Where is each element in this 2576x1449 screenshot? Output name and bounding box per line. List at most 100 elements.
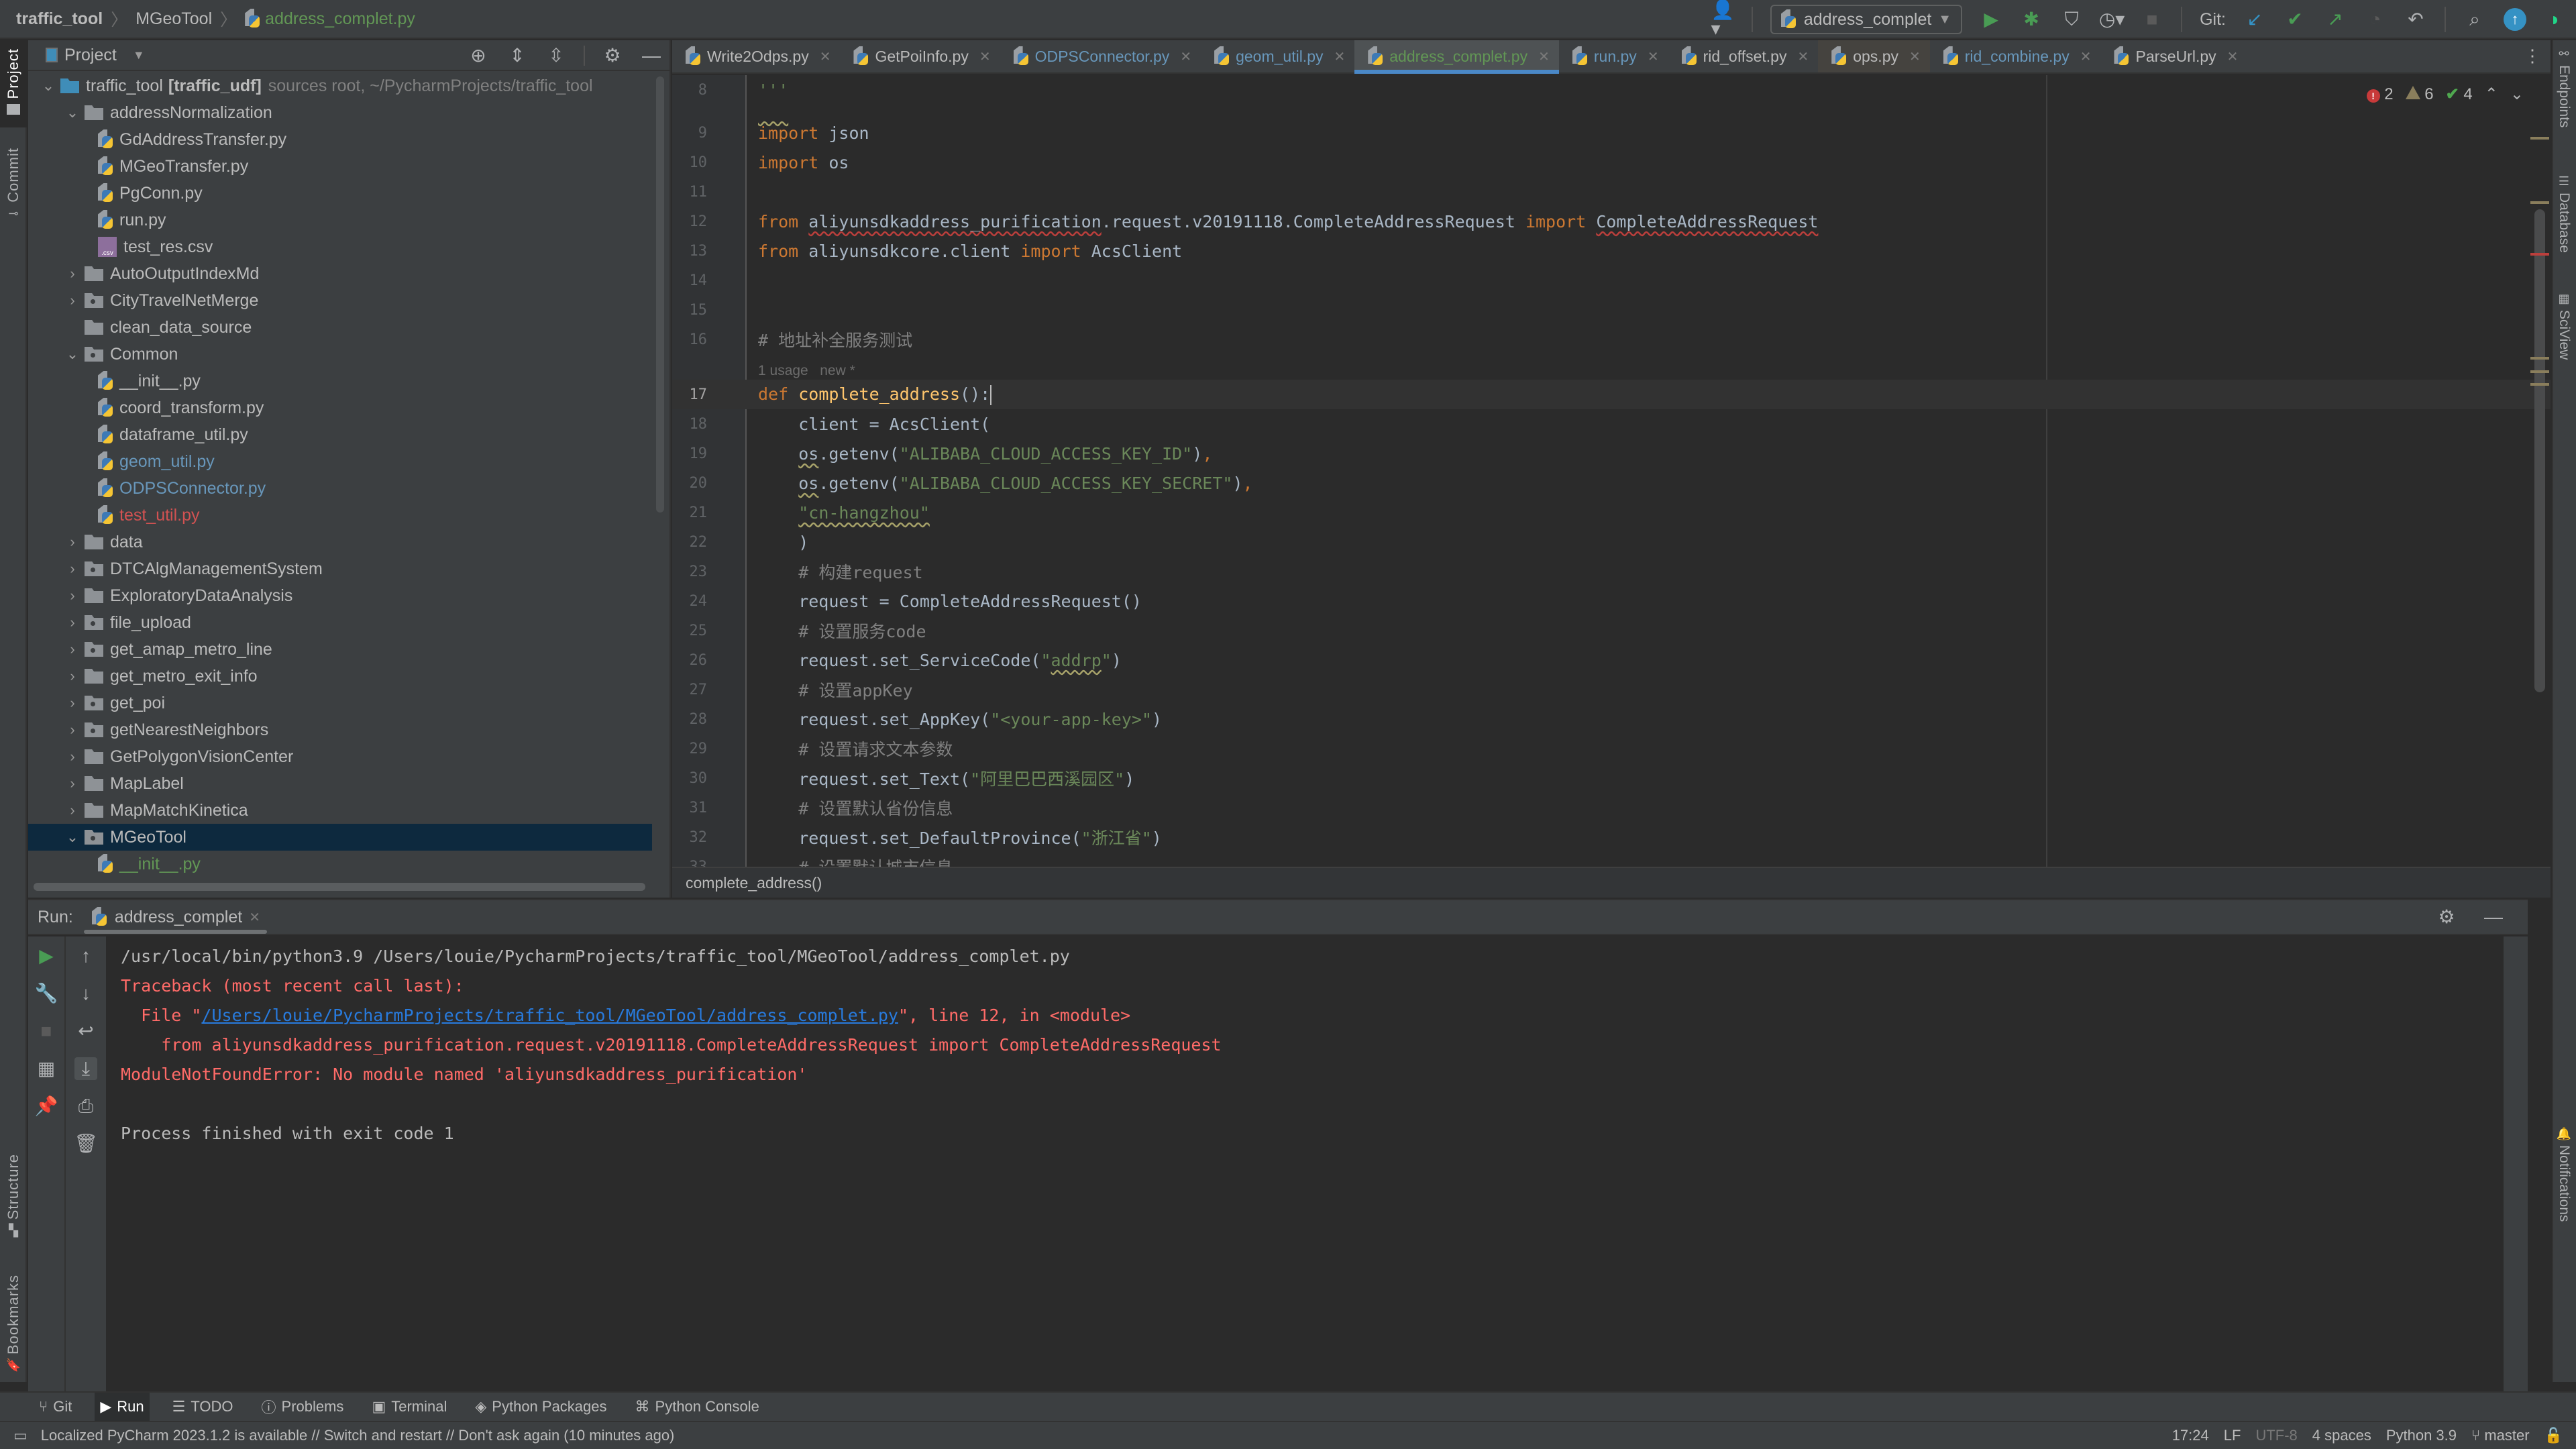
run-icon[interactable]: ▶	[1980, 8, 2002, 31]
code-editor[interactable]: 8 ''' 9 import json 10 import os 11 12 from ali…	[672, 75, 2551, 867]
tree-item[interactable]: MGeoTransfer.py	[28, 153, 652, 180]
profile-icon[interactable]: ◷▾	[2099, 8, 2125, 31]
editor-tab[interactable]: run.py ✕	[1559, 40, 1668, 72]
tree-item[interactable]: __init__.py	[28, 368, 652, 394]
status-message[interactable]: Localized PyCharm 2023.1.2 is available …	[41, 1427, 675, 1444]
editor-tab[interactable]: rid_offset.py ✕	[1668, 40, 1819, 72]
minimize-icon[interactable]: —	[640, 44, 663, 67]
warning-marker[interactable]	[2530, 357, 2549, 360]
tool-window-todo[interactable]: ☰ TODO	[167, 1393, 239, 1421]
pin-icon[interactable]: 📌	[35, 1095, 58, 1118]
print-icon[interactable]: ⎙	[74, 1095, 97, 1118]
editor-tab[interactable]: address_complet.py ✕	[1354, 40, 1559, 74]
vertical-scrollbar[interactable]	[656, 76, 664, 513]
file-encoding[interactable]: UTF-8	[2255, 1427, 2297, 1444]
interpreter[interactable]: Python 3.9	[2386, 1427, 2457, 1444]
tool-window-git[interactable]: ⑂ Git	[34, 1393, 77, 1421]
stop-icon[interactable]: ■	[35, 1020, 58, 1042]
code-line[interactable]: 15	[672, 295, 2551, 325]
soft-wrap-icon[interactable]: ↩	[74, 1020, 97, 1042]
layout-icon[interactable]: ▦	[35, 1057, 58, 1080]
code-line[interactable]: 18 client = AcsClient(	[672, 409, 2551, 439]
git-update-icon[interactable]: ↙	[2243, 8, 2266, 31]
warning-count[interactable]: 6	[2405, 85, 2434, 104]
gear-icon[interactable]: ⚙	[2435, 906, 2458, 928]
tree-item[interactable]: › get_poi	[28, 690, 652, 716]
more-tabs-icon[interactable]: ⋮	[2524, 46, 2541, 66]
chevron-right-icon[interactable]: ›	[60, 587, 85, 604]
breadcrumb-file[interactable]: address_complet.py	[245, 9, 415, 29]
next-highlight-icon[interactable]: ⌄	[2510, 85, 2524, 104]
search-icon[interactable]: ⌕	[2463, 8, 2486, 31]
run-tab[interactable]: address_complet ✕	[83, 900, 268, 934]
code-line[interactable]: 33 # 设置默认城市信息	[672, 852, 2551, 867]
editor-scrollbar[interactable]	[2534, 209, 2545, 692]
tree-item[interactable]: › get_metro_exit_info	[28, 663, 652, 690]
tree-item[interactable]: › get_amap_metro_line	[28, 636, 652, 663]
tree-item[interactable]: .csv test_res.csv	[28, 233, 652, 260]
tool-tab-structure[interactable]: Structure ▚	[0, 1154, 27, 1261]
line-separator[interactable]: LF	[2224, 1427, 2241, 1444]
close-tab-icon[interactable]: ✕	[1180, 48, 1191, 65]
tree-item[interactable]: › GetPolygonVisionCenter	[28, 743, 652, 770]
code-line[interactable]: 19 os.getenv("ALIBABA_CLOUD_ACCESS_KEY_I…	[672, 439, 2551, 468]
tree-item[interactable]: clean_data_source	[28, 314, 652, 341]
code-line[interactable]: 27 # 设置appKey	[672, 675, 2551, 704]
scroll-to-end-icon[interactable]: ⤓	[74, 1057, 97, 1080]
tool-window-problems[interactable]: ⓘ Problems	[256, 1393, 350, 1421]
horizontal-scrollbar[interactable]	[34, 883, 645, 891]
minimize-icon[interactable]: —	[2482, 906, 2505, 928]
warning-marker[interactable]	[2530, 370, 2549, 373]
run-configuration-select[interactable]: address_complet ▼	[1770, 5, 1963, 34]
stop-icon[interactable]: ■	[2141, 8, 2163, 31]
chevron-right-icon[interactable]: ›	[60, 614, 85, 631]
tree-item[interactable]: PgConn.py	[28, 180, 652, 207]
close-icon[interactable]: ✕	[249, 909, 260, 926]
rerun-icon[interactable]: ▶	[35, 945, 58, 967]
tree-item[interactable]: dataframe_util.py	[28, 421, 652, 448]
tool-tab-sciview[interactable]: ▦ SciView	[2552, 292, 2576, 360]
chevron-down-icon[interactable]: ⌄	[36, 77, 60, 95]
update-icon[interactable]: ↑	[2504, 8, 2526, 31]
code-line[interactable]: 26 request.set_ServiceCode("addrp")	[672, 645, 2551, 675]
chevron-right-icon[interactable]: ›	[60, 694, 85, 712]
tool-tab-project[interactable]: Project	[0, 40, 27, 127]
code-line[interactable]: 21 "cn-hangzhou"	[672, 498, 2551, 527]
tree-item[interactable]: coord_transform.py	[28, 394, 652, 421]
code-line[interactable]: 17 def complete_address():	[672, 380, 2551, 409]
arrow-up-icon[interactable]: ↑	[74, 945, 97, 967]
chevron-down-icon[interactable]: ⌄	[60, 104, 85, 121]
tool-tab-commit[interactable]: Commit ⊸	[0, 148, 27, 241]
code-line[interactable]: 9 import json	[672, 118, 2551, 148]
tree-item[interactable]: ⌄ MGeoTool	[28, 824, 652, 851]
tool-window-run[interactable]: ▶ Run	[95, 1393, 150, 1421]
chevron-right-icon[interactable]: ›	[60, 560, 85, 578]
code-line[interactable]: 22 )	[672, 527, 2551, 557]
close-tab-icon[interactable]: ✕	[1648, 48, 1659, 65]
tree-item[interactable]: › getNearestNeighbors	[28, 716, 652, 743]
close-tab-icon[interactable]: ✕	[2227, 48, 2239, 65]
tree-item[interactable]: ODPSConnector.py	[28, 475, 652, 502]
chevron-right-icon[interactable]: ›	[60, 775, 85, 792]
tree-item[interactable]: › MapLabel	[28, 770, 652, 797]
chevron-right-icon[interactable]: ›	[60, 292, 85, 309]
tree-item[interactable]: › data	[28, 529, 652, 555]
expand-all-icon[interactable]: ⇕	[506, 44, 529, 67]
tool-tab-endpoints[interactable]: ⚯ Endpoints	[2552, 47, 2576, 127]
code-line[interactable]: 24 request = CompleteAddressRequest()	[672, 586, 2551, 616]
editor-tab[interactable]: geom_util.py ✕	[1201, 40, 1354, 72]
breadcrumb-folder[interactable]: MGeoTool	[136, 9, 212, 29]
tool-tab-bookmarks[interactable]: Bookmarks 🔖	[0, 1275, 27, 1395]
editor-breadcrumb-label[interactable]: complete_address()	[686, 874, 822, 892]
breadcrumb-project[interactable]: traffic_tool	[16, 9, 103, 29]
jetbrains-logo-icon[interactable]: ◗	[2544, 8, 2567, 31]
tool-window-python-packages[interactable]: ◈ Python Packages	[470, 1393, 612, 1421]
toggle-tool-windows-icon[interactable]: ▭	[13, 1427, 28, 1444]
code-line[interactable]: 31 # 设置默认省份信息	[672, 793, 2551, 822]
code-line[interactable]: 10 import os	[672, 148, 2551, 177]
code-line[interactable]: 12 from aliyunsdkaddress_purification.req…	[672, 207, 2551, 236]
error-count[interactable]: ! 2	[2366, 85, 2394, 104]
code-line[interactable]: 28 request.set_AppKey("<your-app-key>")	[672, 704, 2551, 734]
project-panel-title[interactable]: Project	[64, 46, 117, 65]
close-tab-icon[interactable]: ✕	[1538, 48, 1550, 65]
